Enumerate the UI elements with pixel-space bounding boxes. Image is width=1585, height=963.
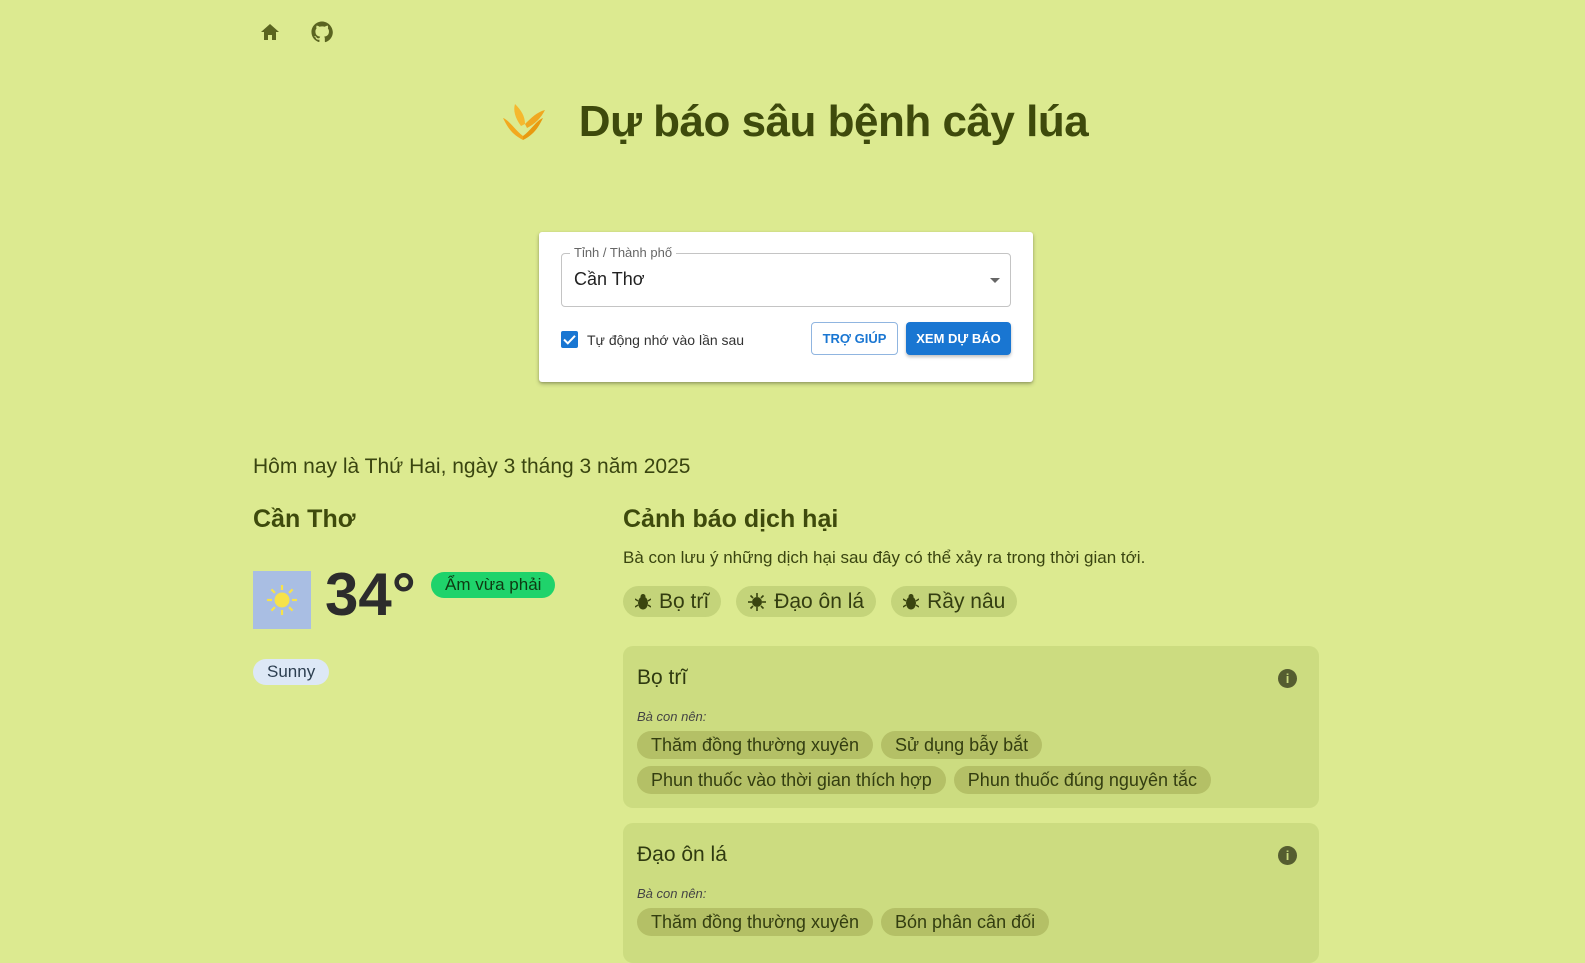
pest-alert-title: Cảnh báo dịch hại: [623, 505, 839, 533]
pest-chip[interactable]: Đạo ôn lá: [736, 586, 877, 617]
pest-chip-label: Đạo ôn lá: [774, 589, 865, 613]
advice-label: Bà con nên:: [637, 886, 707, 901]
top-nav: [258, 20, 334, 44]
advice-row: Thăm đồng thường xuyên Bón phân cân đối: [637, 908, 1050, 936]
pest-chip[interactable]: Bọ trĩ: [623, 586, 722, 617]
pest-card-bo-tri: Bọ trĩ i Bà con nên: Thăm đồng thường xu…: [623, 646, 1319, 808]
rice-leaf-logo: [497, 96, 549, 148]
weather-city: Cần Thơ: [253, 505, 356, 533]
page-title: Dự báo sâu bệnh cây lúa: [578, 97, 1089, 146]
github-icon[interactable]: [310, 20, 334, 44]
help-button[interactable]: TRỢ GIÚP: [811, 322, 898, 355]
pest-card-dao-on-la: Đạo ôn lá i Bà con nên: Thăm đồng thường…: [623, 823, 1319, 963]
province-select[interactable]: Tỉnh / Thành phố Cần Thơ: [561, 245, 1011, 307]
advice-label: Bà con nên:: [637, 709, 707, 724]
pest-alert-description: Bà con lưu ý những dịch hại sau đây có t…: [623, 548, 1146, 567]
checkmark-icon: [563, 335, 576, 345]
advice-chip: Bón phân cân đối: [880, 908, 1050, 936]
province-select-label: Tỉnh / Thành phố: [570, 245, 677, 260]
bug-icon: [903, 593, 920, 609]
forecast-form-card: Tỉnh / Thành phố Cần Thơ Tự động nhớ vào…: [539, 232, 1033, 382]
advice-chip: Thăm đồng thường xuyên: [637, 731, 873, 759]
pest-card-title: Đạo ôn lá: [637, 843, 727, 866]
weather-condition-badge: Sunny: [253, 659, 330, 685]
info-icon[interactable]: i: [1278, 669, 1297, 688]
bug-icon: [635, 593, 651, 609]
advice-chip: Thăm đồng thường xuyên: [637, 908, 873, 936]
view-forecast-button[interactable]: XEM DỰ BÁO: [906, 322, 1011, 355]
humidity-badge: Ẩm vừa phải: [431, 572, 556, 598]
remember-checkbox[interactable]: [561, 331, 578, 348]
advice-row: Thăm đồng thường xuyên Sử dụng bẫy bắt: [637, 731, 1043, 759]
pest-chip[interactable]: Rầy nâu: [891, 586, 1018, 617]
advice-row: Phun thuốc vào thời gian thích hợp Phun …: [637, 766, 1211, 794]
advice-chip: Phun thuốc vào thời gian thích hợp: [637, 766, 946, 794]
pest-chip-label: Bọ trĩ: [659, 589, 710, 613]
remember-checkbox-row[interactable]: Tự động nhớ vào lần sau: [561, 331, 744, 348]
page-header: Dự báo sâu bệnh cây lúa: [0, 96, 1585, 148]
home-icon[interactable]: [258, 20, 282, 44]
temperature: 34°: [325, 561, 416, 628]
pest-chip-label: Rầy nâu: [927, 589, 1006, 613]
info-icon[interactable]: i: [1278, 846, 1297, 865]
pest-chip-list: Bọ trĩ Đạo ôn lá Rầy nâu: [623, 586, 1018, 617]
today-date: Hôm nay là Thứ Hai, ngày 3 tháng 3 năm 2…: [253, 455, 691, 478]
advice-chip: Phun thuốc đúng nguyên tắc: [953, 766, 1211, 794]
pest-card-title: Bọ trĩ: [637, 666, 688, 689]
advice-chip: Sử dụng bẫy bắt: [880, 731, 1043, 759]
dropdown-arrow-icon: [990, 278, 1000, 283]
sun-icon: [253, 571, 311, 629]
virus-icon: [748, 592, 767, 611]
province-select-value: Cần Thơ: [574, 269, 645, 289]
remember-label: Tự động nhớ vào lần sau: [587, 331, 745, 348]
